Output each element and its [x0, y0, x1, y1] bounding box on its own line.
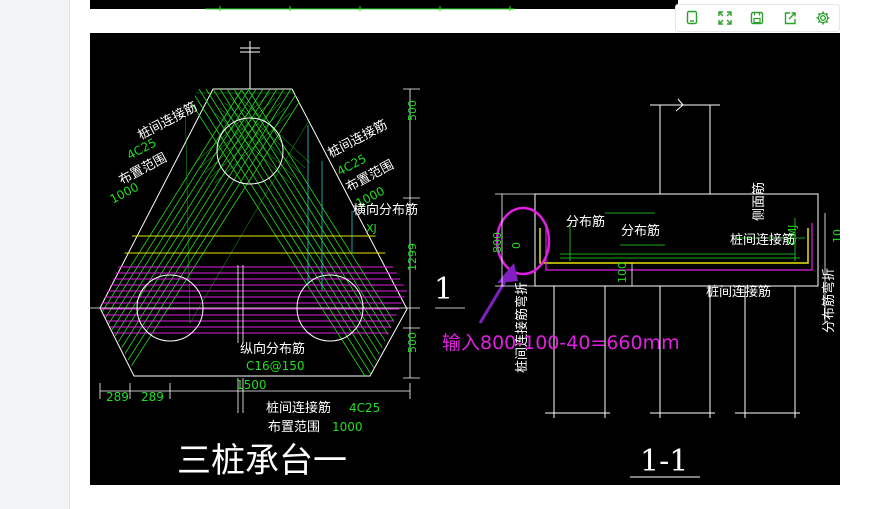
- section-title: 1-1: [640, 444, 689, 479]
- share-button[interactable]: [778, 6, 802, 30]
- previous-drawing-lines: [205, 6, 515, 11]
- section-dim-100: 100: [616, 262, 629, 283]
- settings-button[interactable]: [811, 6, 835, 30]
- section-distribution-label-1: 分布筋: [566, 215, 606, 230]
- bottom-connect-rebar-label: 桩间连接筋: [266, 401, 332, 416]
- copy-button[interactable]: [680, 6, 704, 30]
- longitudinal-rebar-spec: C16@150: [246, 359, 305, 373]
- cad-linework: [90, 41, 826, 478]
- section-outline: [534, 98, 819, 418]
- dim-width: 1500: [236, 378, 267, 392]
- plan-title: 三桩承台一: [177, 441, 347, 481]
- cad-drawing: 桩间连接筋 4C25 布置范围 1000 桩间连接筋 4C25 布置范围 100…: [90, 33, 840, 485]
- section-dim-zero: 0: [510, 242, 523, 249]
- fullscreen-button[interactable]: [713, 6, 737, 30]
- left-bend-label: 桩间连接筋弯折: [515, 281, 530, 373]
- section-mark-1: 1: [434, 272, 454, 307]
- dim-bottom: 500: [406, 332, 419, 353]
- gutter-edge: [69, 0, 70, 509]
- previous-drawing-strip: [90, 0, 678, 11]
- right-dim-fragment: 10: [831, 229, 840, 243]
- dim-left-b: 289: [141, 390, 164, 404]
- bottom-range-value: 1000: [332, 420, 363, 434]
- dim-left-a: 289: [106, 390, 129, 404]
- transverse-rebar-label: 横向分布筋: [353, 203, 419, 218]
- right-bend-label: 分布筋弯折: [822, 267, 837, 333]
- bottom-range-label: 布置范围: [268, 420, 321, 435]
- longitudinal-rebar-label: 纵向分布筋: [240, 342, 306, 357]
- gear-icon: [816, 11, 830, 25]
- left-gutter: [0, 0, 70, 509]
- section-connect-label-2: 桩间连接筋: [706, 285, 772, 300]
- save-button[interactable]: [745, 6, 769, 30]
- copy-icon: [687, 10, 698, 25]
- bottom-connect-rebar-spec: 4C25: [349, 401, 381, 415]
- transverse-rebar-tag: XJ: [366, 222, 377, 235]
- dim-top: 500: [406, 100, 419, 121]
- fullscreen-icon: [718, 11, 732, 25]
- dim-middle: 1299: [406, 243, 419, 271]
- side-rebar-label: 侧面筋: [752, 181, 767, 221]
- annotation-text: 输入800-100-40=660mm: [442, 332, 680, 354]
- image-toolbar: [675, 4, 840, 32]
- save-icon: [751, 11, 764, 25]
- section-distribution-label-2: 分布筋: [621, 224, 661, 239]
- plan-column-stub: [240, 41, 260, 89]
- share-icon: [784, 12, 796, 25]
- section-connect-label-1: 桩间连接筋: [730, 233, 796, 248]
- section-dim-800: 800: [491, 232, 504, 253]
